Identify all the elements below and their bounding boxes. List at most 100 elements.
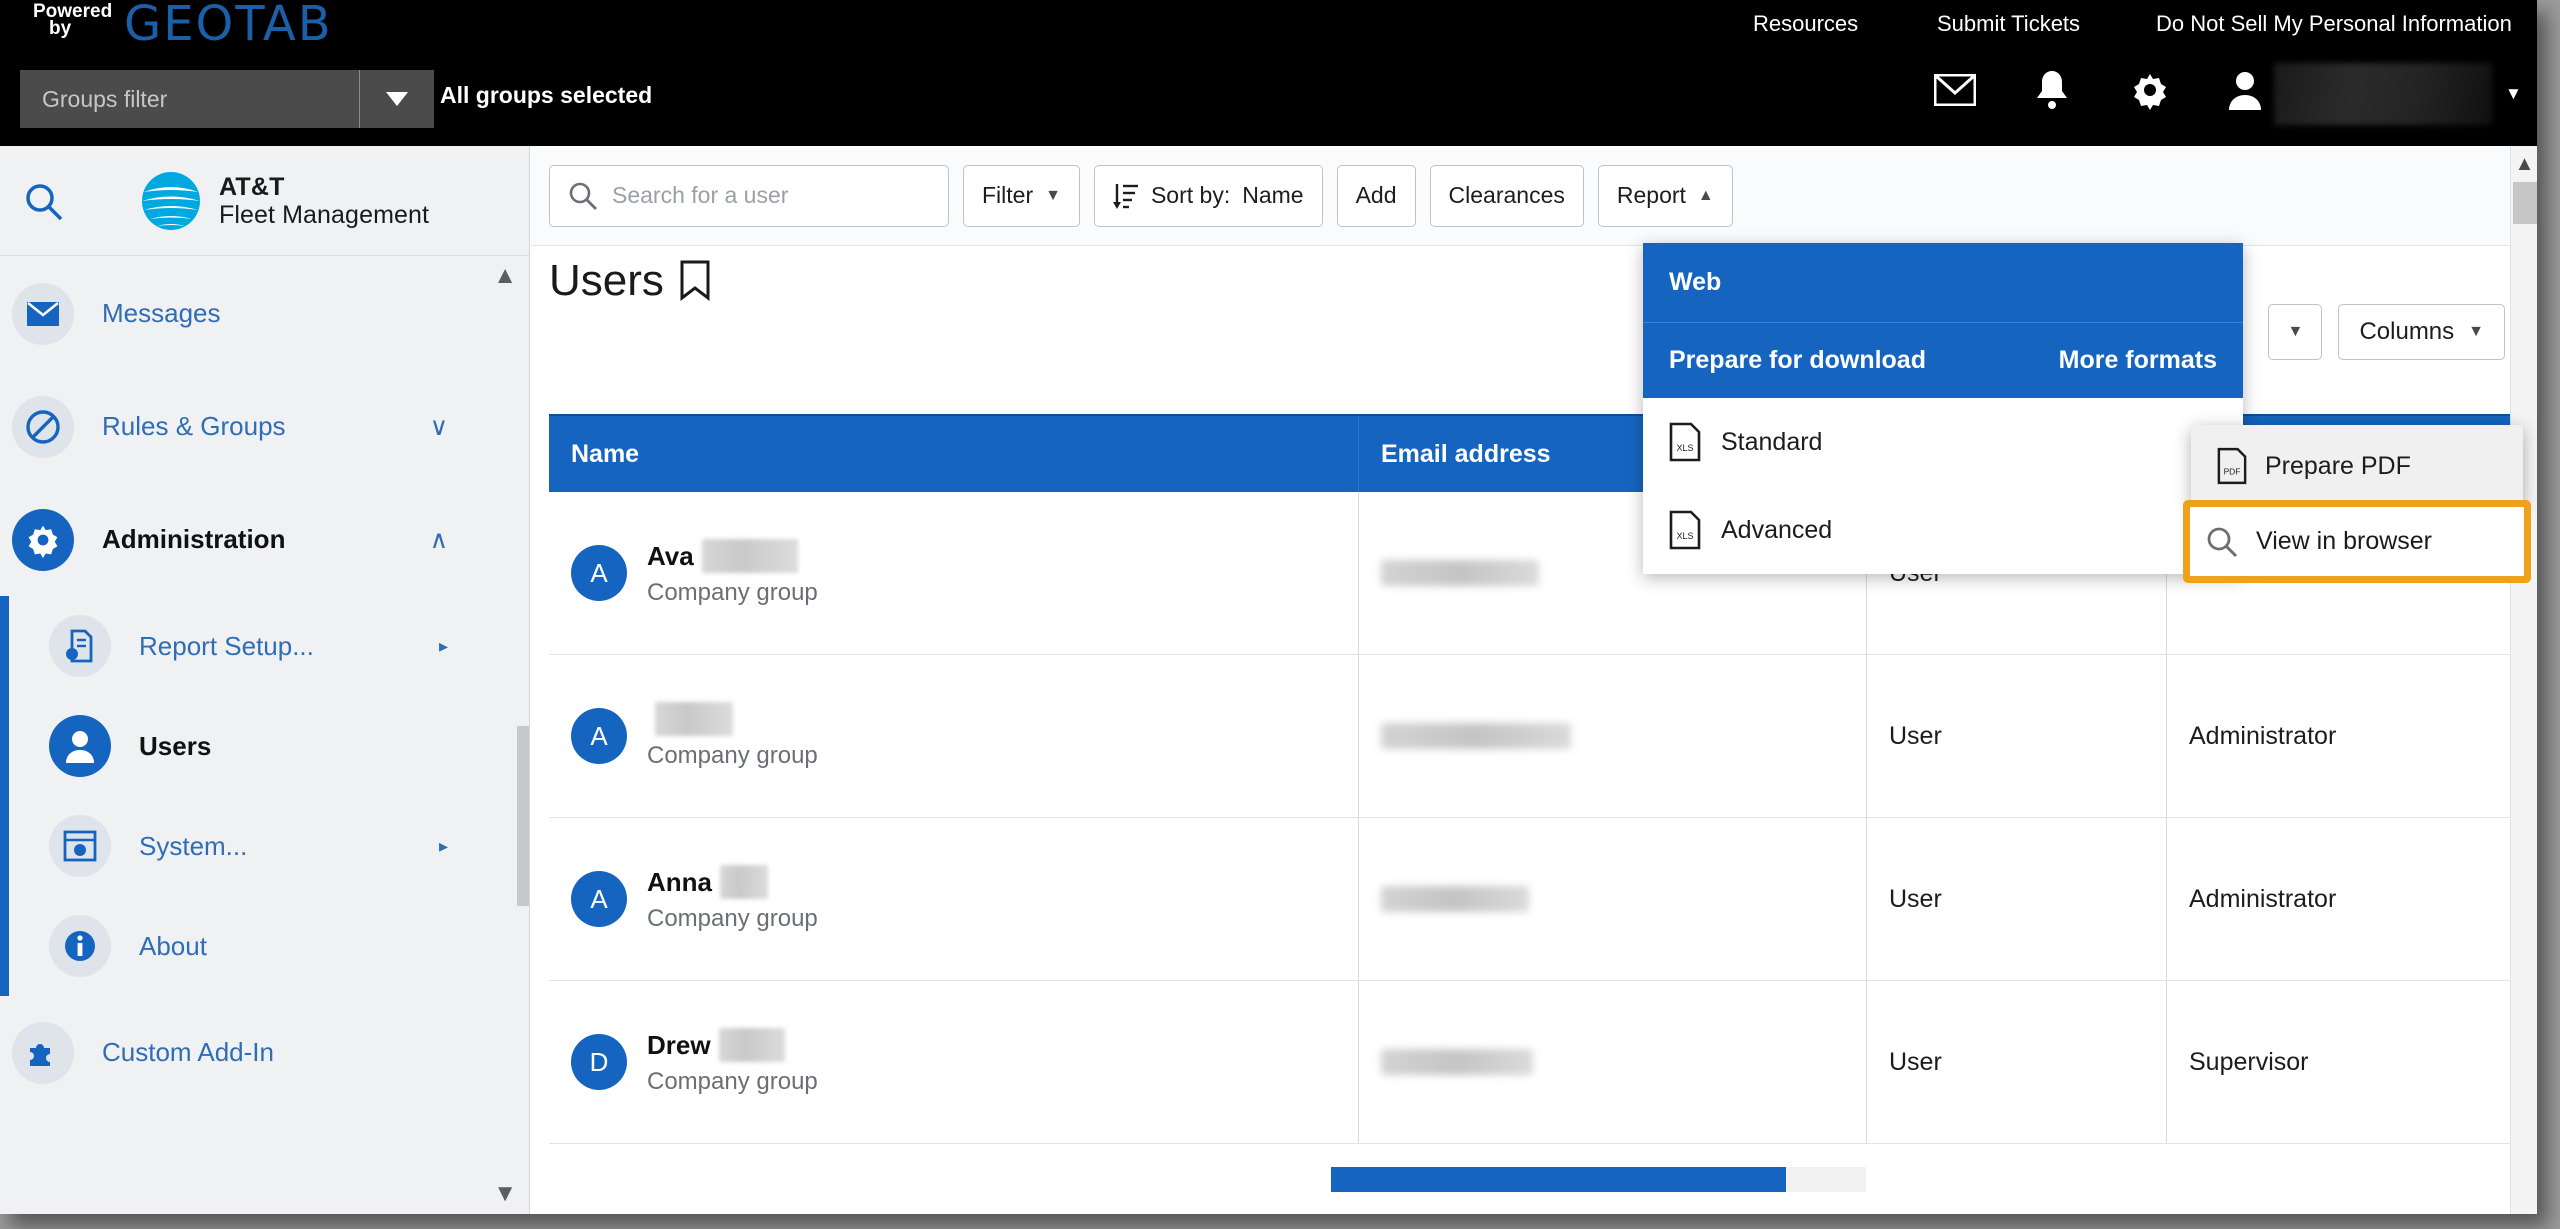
table-row[interactable]: A Anna Company group User Administrator <box>549 818 2510 981</box>
person-icon[interactable] <box>2217 62 2273 118</box>
menu-item-web[interactable]: Web <box>1643 243 2243 323</box>
search-placeholder: Search for a user <box>612 182 789 208</box>
sort-by-label: Sort by: <box>1150 182 1231 208</box>
search-icon[interactable] <box>18 176 70 228</box>
scroll-up-icon[interactable]: ▲ <box>2511 150 2537 178</box>
xls-file-icon: XLS <box>1669 422 1701 462</box>
sidebar-item-label: Administration <box>102 524 286 554</box>
sidebar-item-custom-addin[interactable]: Custom Add-In <box>0 996 510 1102</box>
cell-name: D Drew Company group <box>549 981 1359 1143</box>
sidebar-item-rules-groups[interactable]: Rules & Groups ∨ <box>0 370 510 483</box>
column-menu-button[interactable]: ▼ <box>2268 304 2323 360</box>
vertical-scrollbar[interactable]: ▲ <box>2510 146 2537 1214</box>
table-row[interactable]: A Company group User Administrator <box>549 655 2510 818</box>
sidebar-item-administration[interactable]: Administration ∧ <box>0 483 510 596</box>
header-link-resources[interactable]: Resources <box>1753 11 1858 37</box>
sidebar-item-about[interactable]: About <box>9 896 510 996</box>
menu-item-label: Prepare PDF <box>2265 451 2411 480</box>
report-label: Report <box>1616 182 1686 208</box>
header-link-submit-tickets[interactable]: Submit Tickets <box>1937 11 2080 37</box>
menu-item-advanced[interactable]: XLS Advanced <box>1643 486 2243 574</box>
chevron-down-icon[interactable]: ∨ <box>430 412 448 442</box>
sidebar-scrollbar-thumb[interactable] <box>517 726 529 906</box>
groups-filter-input[interactable]: Groups filter <box>20 70 359 128</box>
horizontal-scrollbar[interactable] <box>1331 1165 2331 1192</box>
header-link-do-not-sell[interactable]: Do Not Sell My Personal Information <box>2156 11 2512 37</box>
sidebar-item-label: Messages <box>102 298 221 328</box>
sidebar-nav: Messages Rules & Groups ∨ Administration… <box>0 257 510 1102</box>
sidebar: AT&T Fleet Management Messages Rules & G… <box>0 146 530 1214</box>
cell-type: User <box>1867 818 2167 980</box>
cell-email <box>1359 981 1867 1143</box>
add-label: Add <box>1355 182 1397 208</box>
sidebar-item-users[interactable]: Users <box>9 696 510 796</box>
chevron-down-icon: ▼ <box>2287 323 2304 340</box>
bell-icon[interactable] <box>2024 62 2080 118</box>
user-icon <box>49 715 111 777</box>
user-group: Company group <box>647 1068 818 1095</box>
user-first-name: Drew <box>647 1029 711 1060</box>
sidebar-item-report-setup[interactable]: Report Setup... ▸ <box>9 596 510 696</box>
menu-item-standard[interactable]: XLS Standard <box>1643 398 2243 486</box>
columns-button[interactable]: Columns ▼ <box>2338 304 2505 360</box>
sidebar-item-label: System... <box>139 830 248 861</box>
column-controls: ▼ Columns ▼ <box>2268 304 2505 360</box>
gear-icon[interactable] <box>2122 62 2178 118</box>
info-icon <box>49 915 111 977</box>
column-header-name[interactable]: Name <box>549 416 1359 492</box>
cell-name: A Anna Company group <box>549 818 1359 980</box>
powered-by-label: Powered by <box>33 2 112 38</box>
chevron-up-icon[interactable]: ∧ <box>430 525 448 555</box>
groups-filter[interactable]: Groups filter <box>20 70 434 128</box>
sidebar-header: AT&T Fleet Management <box>0 146 529 256</box>
menu-item-label: Advanced <box>1721 515 1833 544</box>
horizontal-scrollbar-track[interactable] <box>1786 1167 1866 1192</box>
prepare-for-download-label: Prepare for download <box>1669 346 1926 374</box>
avatar: D <box>571 1034 627 1090</box>
user-last-name-redacted <box>718 1028 785 1062</box>
sidebar-item-messages[interactable]: Messages <box>0 257 510 370</box>
cell-role: Administrator <box>2189 884 2337 913</box>
filter-button[interactable]: Filter ▼ <box>963 164 1080 227</box>
chevron-right-icon[interactable]: ▸ <box>439 636 448 657</box>
clearances-label: Clearances <box>1448 182 1565 208</box>
email-redacted <box>1381 560 1539 586</box>
menu-item-view-in-browser[interactable]: View in browser <box>2190 507 2524 576</box>
horizontal-scrollbar-thumb[interactable] <box>1331 1167 1786 1192</box>
bookmark-icon[interactable] <box>678 260 712 302</box>
chevron-right-icon[interactable]: ▸ <box>439 836 448 857</box>
application-window: Powered by GEOTAB Resources Submit Ticke… <box>0 0 2537 1214</box>
table-row[interactable]: D Drew Company group User Supervisor <box>549 981 2510 1144</box>
groups-selected-label: All groups selected <box>440 82 653 108</box>
brand-line-1: AT&T <box>219 173 285 201</box>
more-formats-submenu: PDF Prepare PDF <box>2191 425 2523 507</box>
att-globe-icon <box>142 172 200 230</box>
sidebar-item-label: Custom Add-In <box>102 1037 274 1067</box>
sidebar-item-label: About <box>139 930 207 961</box>
mail-icon[interactable] <box>1927 62 1983 118</box>
sidebar-item-label: Report Setup... <box>139 630 314 661</box>
add-button[interactable]: Add <box>1336 164 1416 227</box>
more-formats-button[interactable]: More formats <box>2059 346 2217 375</box>
clearances-button[interactable]: Clearances <box>1429 164 1584 227</box>
sort-by-button[interactable]: Sort by: Name <box>1093 164 1323 227</box>
sidebar-scroll-up-icon[interactable]: ▲ <box>493 262 517 290</box>
sidebar-scroll-down-icon[interactable]: ▼ <box>493 1180 517 1208</box>
user-group: Company group <box>647 579 818 606</box>
menu-item-label: Standard <box>1721 427 1823 456</box>
report-button[interactable]: Report ▲ <box>1597 164 1733 227</box>
toolbar: Search for a user Filter ▼ Sort by: Name <box>531 146 2510 246</box>
chevron-down-icon[interactable]: ▼ <box>2505 84 2522 104</box>
cell-email <box>1359 818 1867 980</box>
chevron-down-icon[interactable] <box>359 70 434 128</box>
page-title-area: Users <box>549 256 712 306</box>
global-header: Powered by GEOTAB Resources Submit Ticke… <box>0 0 2537 146</box>
user-first-name: Ava <box>647 540 694 571</box>
svg-text:PDF: PDF <box>2224 466 2241 476</box>
search-icon <box>569 182 597 210</box>
menu-item-prepare-pdf[interactable]: PDF Prepare PDF <box>2191 425 2523 507</box>
sidebar-item-system[interactable]: System... ▸ <box>9 796 510 896</box>
search-input[interactable]: Search for a user <box>549 164 949 227</box>
vertical-scrollbar-thumb[interactable] <box>2513 182 2537 224</box>
columns-label: Columns <box>2359 318 2455 345</box>
